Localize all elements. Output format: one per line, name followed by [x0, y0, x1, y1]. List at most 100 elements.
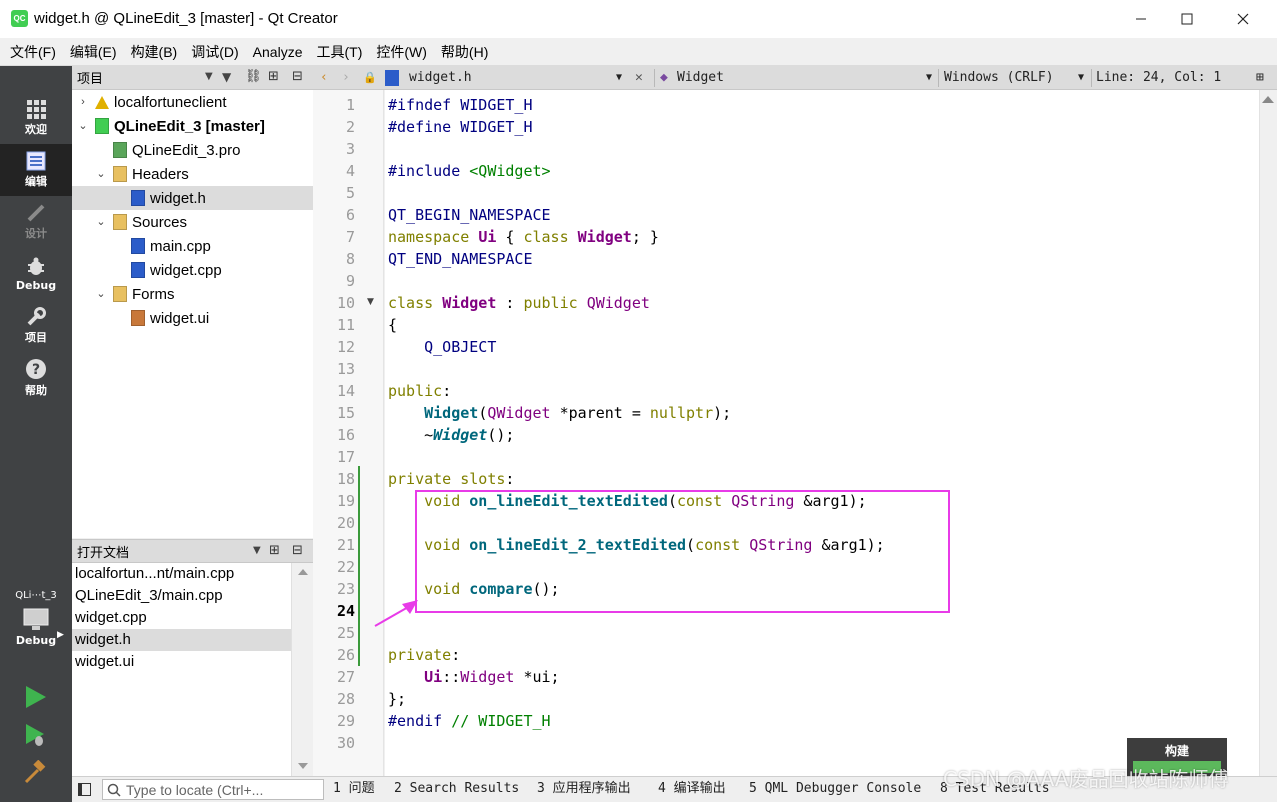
- line-ending-dropdown-icon[interactable]: ▼: [1078, 66, 1084, 90]
- code-line[interactable]: private slots:: [388, 468, 514, 490]
- code-line[interactable]: Ui::Widget *ui;: [388, 666, 559, 688]
- menu-file[interactable]: 文件(F): [3, 38, 63, 66]
- open-document-item[interactable]: widget.cpp: [72, 607, 291, 629]
- output-tab-qml-debugger-console[interactable]: 5 QML Debugger Console: [749, 777, 921, 802]
- nav-back-icon[interactable]: ‹: [320, 66, 328, 90]
- code-line[interactable]: #include <QWidget>: [388, 160, 551, 182]
- open-docs-split-icon[interactable]: ⊞: [269, 543, 280, 558]
- tree-item-label: Sources: [132, 213, 188, 231]
- tree-item[interactable]: › localfortuneclient: [72, 90, 313, 114]
- mode-design-button[interactable]: 设计: [0, 196, 72, 248]
- menu-help[interactable]: 帮助(H): [434, 38, 495, 66]
- cursor-position[interactable]: Line: 24, Col: 1: [1096, 66, 1221, 90]
- code-token: #ifndef WIDGET_H: [388, 96, 533, 114]
- tree-item[interactable]: ⌄ Headers: [72, 162, 313, 186]
- maximize-button[interactable]: [1164, 0, 1210, 38]
- code-token: private: [388, 646, 452, 664]
- line-number: 15: [336, 404, 355, 422]
- line-number: 5: [345, 184, 355, 202]
- code-line[interactable]: QT_BEGIN_NAMESPACE: [388, 204, 551, 226]
- code-line[interactable]: #ifndef WIDGET_H: [388, 94, 533, 116]
- code-line[interactable]: namespace Ui { class Widget; }: [388, 226, 659, 248]
- tree-item[interactable]: QLineEdit_3.pro: [72, 138, 313, 162]
- mode-welcome-label: 欢迎: [25, 123, 47, 136]
- build-button[interactable]: [22, 759, 48, 790]
- menu-analyze[interactable]: Analyze: [246, 38, 310, 66]
- tree-item[interactable]: widget.cpp: [72, 258, 313, 282]
- menu-debug[interactable]: 调试(D): [184, 38, 245, 66]
- code-line[interactable]: ~Widget();: [388, 424, 514, 446]
- current-file-name[interactable]: widget.h: [409, 66, 472, 90]
- open-docs-dropdown-icon[interactable]: ▼: [253, 545, 261, 556]
- file-dropdown-icon[interactable]: ▼: [616, 66, 622, 90]
- mode-help-button[interactable]: ? 帮助: [0, 352, 72, 404]
- nav-forward-icon[interactable]: ›: [342, 66, 350, 90]
- open-docs-close-icon[interactable]: ⊟: [292, 543, 303, 558]
- kit-name-label: QLi⋯t_3: [15, 590, 57, 601]
- tree-item[interactable]: main.cpp: [72, 234, 313, 258]
- scroll-down-icon[interactable]: [298, 763, 308, 769]
- expand-arrow-icon[interactable]: ⌄: [95, 168, 107, 180]
- code-line[interactable]: class Widget : public QWidget: [388, 292, 650, 314]
- close-file-icon[interactable]: ✕: [635, 66, 643, 90]
- code-line[interactable]: QT_END_NAMESPACE: [388, 248, 533, 270]
- mode-debug-button[interactable]: Debug: [0, 248, 72, 300]
- class-symbol-icon: ◆: [660, 70, 668, 85]
- mode-projects-button[interactable]: 项目: [0, 300, 72, 352]
- mode-welcome-button[interactable]: 欢迎: [0, 92, 72, 144]
- debug-run-button[interactable]: [22, 722, 48, 752]
- toolbar-separator: [938, 69, 939, 87]
- scroll-up-icon[interactable]: [298, 569, 308, 575]
- menu-widgets[interactable]: 控件(W): [369, 38, 434, 66]
- output-tab-issues[interactable]: 1 问题: [333, 777, 375, 802]
- code-line[interactable]: {: [388, 314, 397, 336]
- run-button[interactable]: [22, 684, 48, 714]
- mode-edit-button[interactable]: 编辑: [0, 144, 72, 196]
- symbol-selector[interactable]: Widget: [677, 66, 724, 90]
- code-line[interactable]: private:: [388, 644, 460, 666]
- code-line[interactable]: #endif // WIDGET_H: [388, 710, 551, 732]
- expand-arrow-icon[interactable]: ⌄: [95, 288, 107, 300]
- minimize-button[interactable]: [1118, 0, 1164, 38]
- scroll-up-icon[interactable]: [1262, 96, 1274, 103]
- symbol-dropdown-icon[interactable]: ▼: [926, 66, 932, 90]
- code-editor[interactable]: #ifndef WIDGET_H #define WIDGET_H #include…: [385, 90, 1259, 776]
- tree-item[interactable]: widget.ui: [72, 306, 313, 330]
- open-document-item[interactable]: QLineEdit_3/main.cpp: [72, 585, 291, 607]
- tree-item[interactable]: ⌄ Forms: [72, 282, 313, 306]
- collapse-arrow-icon[interactable]: ›: [77, 96, 89, 108]
- editor-scrollbar[interactable]: [1259, 90, 1277, 776]
- expand-arrow-icon[interactable]: ⌄: [95, 216, 107, 228]
- locator-input[interactable]: Type to locate (Ctrl+...: [102, 779, 324, 800]
- open-document-item[interactable]: widget.h: [72, 629, 291, 651]
- view-dropdown-icon[interactable]: ▼: [205, 71, 213, 82]
- close-button[interactable]: [1220, 0, 1266, 38]
- open-document-item[interactable]: widget.ui: [72, 651, 291, 673]
- expand-arrow-icon[interactable]: ⌄: [77, 120, 89, 132]
- split-icon[interactable]: ⊞: [268, 69, 279, 84]
- line-ending-selector[interactable]: Windows (CRLF): [944, 66, 1054, 90]
- output-tab-application-output[interactable]: 3 应用程序输出: [537, 777, 631, 802]
- menu-edit[interactable]: 编辑(E): [63, 38, 124, 66]
- code-line[interactable]: };: [388, 688, 406, 710]
- output-tab-search-results[interactable]: 2 Search Results: [394, 777, 519, 802]
- open-document-item[interactable]: localfortun...nt/main.cpp: [72, 563, 291, 585]
- filter-icon[interactable]: ▼: [222, 70, 231, 84]
- link-icon[interactable]: ⛓: [245, 69, 262, 84]
- tree-item[interactable]: ⌄ QLineEdit_3 [master]: [72, 114, 313, 138]
- split-editor-icon[interactable]: ⊞: [1256, 66, 1264, 90]
- tree-item[interactable]: widget.h: [72, 186, 313, 210]
- output-tab-compile-output[interactable]: 4 编译输出: [658, 777, 726, 802]
- menu-build[interactable]: 构建(B): [124, 38, 185, 66]
- code-line[interactable]: public:: [388, 380, 451, 402]
- code-line[interactable]: Widget(QWidget *parent = nullptr);: [388, 402, 731, 424]
- code-line[interactable]: #define WIDGET_H: [388, 116, 533, 138]
- menu-tools[interactable]: 工具(T): [309, 38, 369, 66]
- code-line[interactable]: Q_OBJECT: [388, 336, 496, 358]
- tree-item[interactable]: ⌄ Sources: [72, 210, 313, 234]
- toggle-sidebar-icon[interactable]: [78, 783, 91, 796]
- fold-marker-icon[interactable]: ▼: [367, 297, 374, 307]
- open-documents-scrollbar[interactable]: [291, 563, 313, 776]
- close-pane-icon[interactable]: ⊟: [292, 69, 303, 84]
